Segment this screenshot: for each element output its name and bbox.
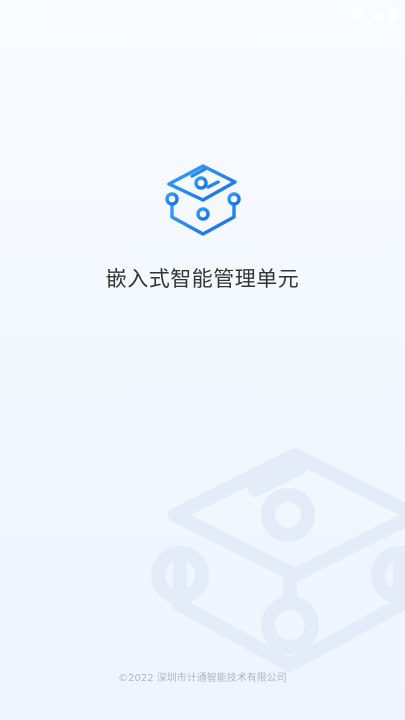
app-title: 嵌入式智能管理单元 xyxy=(105,267,300,291)
splash-screen: 2:50 嵌入式智能管理单元 ©2022 深圳市计通智能技术有限公司 xyxy=(0,0,405,720)
battery-icon xyxy=(389,6,397,22)
status-bar: 2:50 xyxy=(0,0,405,28)
circuit-box-logo-icon xyxy=(165,164,241,236)
copyright-text: ©2022 深圳市计通智能技术有限公司 xyxy=(118,673,287,684)
circuit-box-watermark-icon xyxy=(151,448,405,672)
cell-signal-icon xyxy=(370,8,383,21)
status-time: 2:50 xyxy=(8,5,43,23)
status-icons xyxy=(348,6,397,22)
wifi-icon xyxy=(348,7,364,21)
